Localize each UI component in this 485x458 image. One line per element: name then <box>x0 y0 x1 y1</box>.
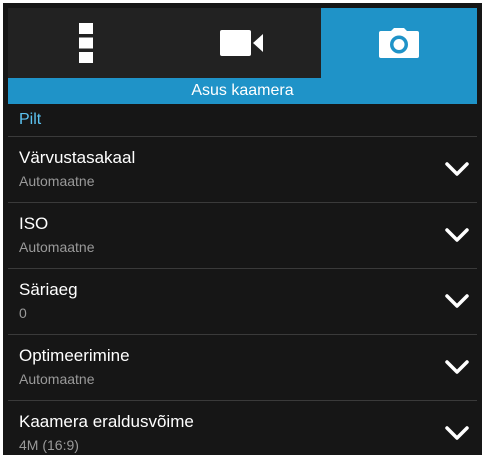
mode-tabbar <box>8 8 477 78</box>
chevron-down-icon[interactable] <box>444 359 470 375</box>
setting-title: Säriaeg <box>19 280 78 299</box>
setting-value: 4M (16:9) <box>19 437 79 453</box>
tab-video[interactable] <box>164 8 320 78</box>
setting-value: Automaatne <box>19 239 95 255</box>
chevron-down-icon[interactable] <box>444 293 470 309</box>
chevron-down-icon[interactable] <box>444 227 470 243</box>
setting-value: Automaatne <box>19 371 95 387</box>
setting-title: Kaamera eraldusvõime <box>19 412 194 431</box>
chevron-down-icon[interactable] <box>444 161 470 177</box>
setting-value: 0 <box>19 305 27 321</box>
tab-camera[interactable] <box>320 8 477 78</box>
header-title: Asus kaamera <box>8 78 477 104</box>
setting-value: Automaatne <box>19 173 95 189</box>
more-options-icon <box>79 23 94 63</box>
setting-row-white-balance[interactable]: Värvustasakaal Automaatne <box>8 137 477 203</box>
section-label: Pilt <box>8 104 477 137</box>
camera-settings-panel: Asus kaamera Pilt Värvustasakaal Automaa… <box>3 3 482 455</box>
camera-icon <box>378 28 419 58</box>
chevron-down-icon[interactable] <box>444 425 470 441</box>
setting-title: Värvustasakaal <box>19 148 136 167</box>
video-camera-icon <box>220 30 264 56</box>
setting-title: Optimeerimine <box>19 346 130 365</box>
setting-row-camera-resolution[interactable]: Kaamera eraldusvõime 4M (16:9) <box>8 401 477 455</box>
setting-title: ISO <box>19 214 49 233</box>
setting-row-iso[interactable]: ISO Automaatne <box>8 203 477 269</box>
tab-more-options[interactable] <box>8 8 164 78</box>
setting-row-shutter-speed[interactable]: Säriaeg 0 <box>8 269 477 335</box>
settings-list: Värvustasakaal Automaatne ISO Automaatne… <box>8 137 477 455</box>
setting-row-optimization[interactable]: Optimeerimine Automaatne <box>8 335 477 401</box>
